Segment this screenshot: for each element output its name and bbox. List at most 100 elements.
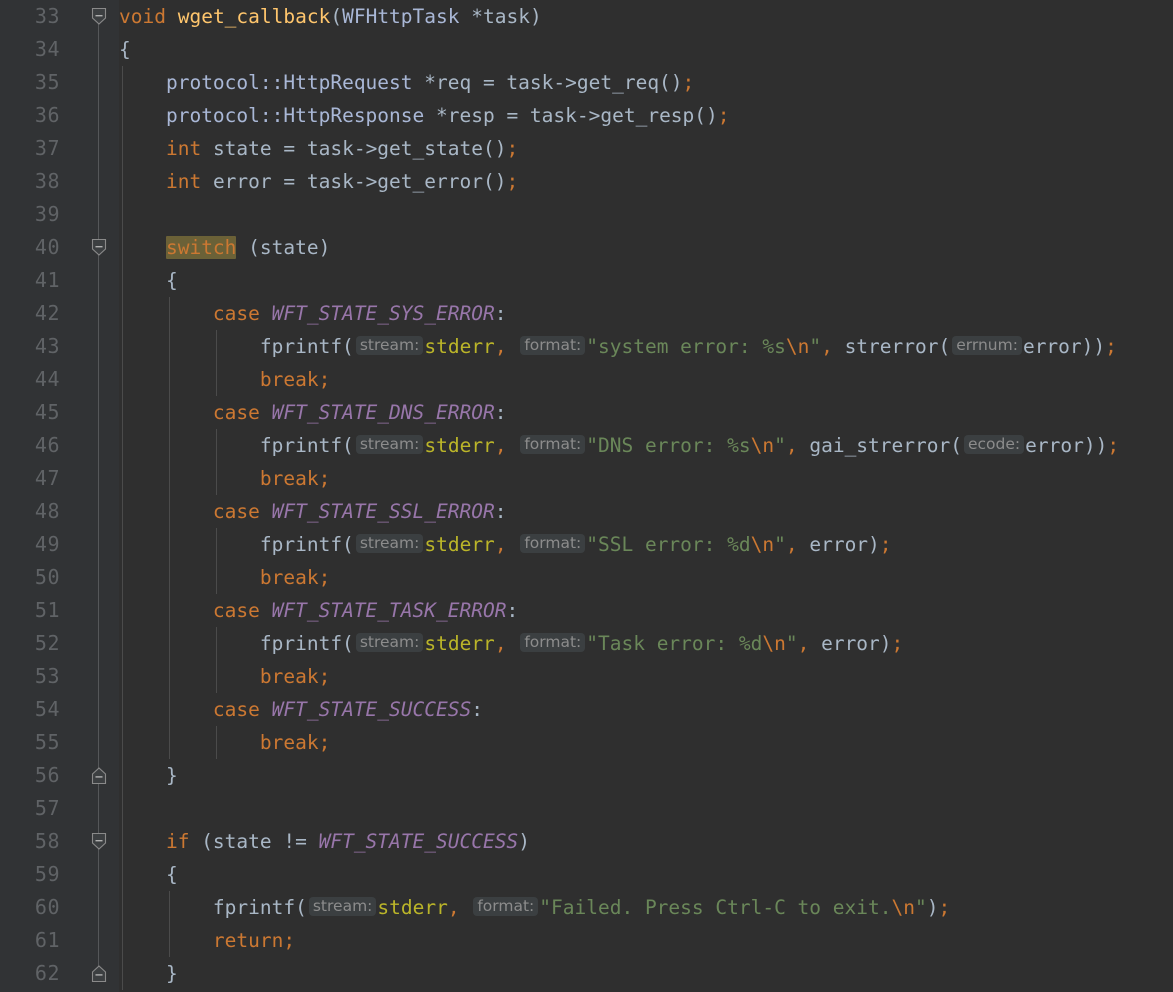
code-line[interactable]: fprintf(stream: stderr, format: "DNS error… [119, 429, 1173, 462]
code-line[interactable]: int state = task->get_state(); [119, 132, 1173, 165]
code-line[interactable]: fprintf(stream: stderr, format: "Failed. P… [119, 891, 1173, 924]
code-line[interactable]: case WFT_STATE_DNS_ERROR: [119, 396, 1173, 429]
code-token: ; [682, 71, 695, 94]
code-token: ; [891, 632, 904, 655]
constant-token: WFT_STATE_DNS_ERROR [271, 401, 495, 424]
code-line[interactable]: protocol::HttpRequest *req = task->get_r… [119, 66, 1173, 99]
fold-region-end-icon[interactable] [91, 964, 107, 983]
code-lines[interactable]: void wget_callback(WFHttpTask *task) { pr… [119, 0, 1173, 990]
code-line-content: fprintf(stream: stderr, format: "system er… [119, 335, 1117, 358]
code-token: } [119, 962, 178, 985]
string-literal: "SSL error: %d [586, 533, 751, 556]
code-token: ; [506, 137, 519, 160]
code-line[interactable]: int error = task->get_error(); [119, 165, 1173, 198]
code-token: { [119, 269, 178, 292]
line-number: 35 [34, 70, 60, 94]
fold-collapse-icon[interactable] [91, 832, 107, 851]
code-content-area[interactable]: void wget_callback(WFHttpTask *task) { pr… [119, 0, 1173, 992]
code-line[interactable]: break; [119, 462, 1173, 495]
code-line[interactable]: break; [119, 660, 1173, 693]
code-token: error = task->get_error() [201, 170, 507, 193]
line-number: 48 [34, 499, 60, 523]
code-token: : [506, 599, 519, 622]
code-line-content: } [119, 962, 178, 985]
keyword-token: break [259, 566, 319, 589]
code-line-content: } [119, 764, 178, 787]
code-token: (state != [189, 830, 319, 853]
code-editor[interactable]: 33 34 35 36 37 38 39 40 41 42 43 44 45 46 47 48 49 50 51 52… [0, 0, 1173, 992]
code-line-content: { [119, 863, 178, 886]
keyword-token: case [212, 599, 260, 622]
line-number: 36 [34, 103, 60, 127]
code-line[interactable]: break; [119, 726, 1173, 759]
code-line-content: case WFT_STATE_SUCCESS: [119, 698, 483, 721]
code-line[interactable] [119, 792, 1173, 825]
code-token: protocol [165, 71, 260, 94]
fold-region-end-icon[interactable] [91, 766, 107, 785]
line-number: 58 [34, 829, 60, 853]
code-line[interactable]: break; [119, 363, 1173, 396]
code-token: { [119, 863, 178, 886]
code-line[interactable]: fprintf(stream: stderr, format: "system er… [119, 330, 1173, 363]
code-line[interactable]: } [119, 759, 1173, 792]
code-line-content: if (state != WFT_STATE_SUCCESS) [119, 830, 530, 853]
code-line[interactable]: if (state != WFT_STATE_SUCCESS) [119, 825, 1173, 858]
constant-token: WFT_STATE_SUCCESS [318, 830, 519, 853]
code-token: error) [797, 533, 880, 556]
code-token: stderr [424, 434, 495, 457]
code-line[interactable]: fprintf(stream: stderr, format: "SSL error… [119, 528, 1173, 561]
code-line[interactable]: switch (state) [119, 231, 1173, 264]
keyword-token: case [212, 302, 260, 325]
code-line[interactable]: { [119, 858, 1173, 891]
code-token: { [119, 38, 131, 61]
constant-token: WFT_STATE_SUCCESS [271, 698, 472, 721]
code-line-content [119, 203, 131, 226]
code-line[interactable]: void wget_callback(WFHttpTask *task) [119, 0, 1173, 33]
code-token: ; [938, 896, 951, 919]
parameter-hint: format: [520, 633, 586, 652]
code-token: error) [809, 632, 892, 655]
code-line[interactable]: break; [119, 561, 1173, 594]
code-line-content: case WFT_STATE_TASK_ERROR: [119, 599, 518, 622]
line-number: 50 [34, 565, 60, 589]
code-line[interactable]: case WFT_STATE_SUCCESS: [119, 693, 1173, 726]
string-literal: \n [785, 335, 810, 358]
editor-gutter[interactable]: 33 34 35 36 37 38 39 40 41 42 43 44 45 46 47 48 49 50 51 52… [0, 0, 119, 992]
code-line[interactable] [119, 198, 1173, 231]
code-line[interactable]: case WFT_STATE_SYS_ERROR: [119, 297, 1173, 330]
code-line-content: switch (state) [119, 236, 330, 259]
code-token: ; [879, 533, 892, 556]
code-line[interactable]: return; [119, 924, 1173, 957]
code-token: HttpRequest [283, 71, 413, 94]
code-line[interactable]: case WFT_STATE_TASK_ERROR: [119, 594, 1173, 627]
code-line[interactable]: { [119, 264, 1173, 297]
string-literal: " [809, 335, 822, 358]
code-token: *task) [459, 5, 542, 28]
code-line[interactable]: protocol::HttpResponse *resp = task->get… [119, 99, 1173, 132]
string-literal: "Failed. Press Ctrl-C to exit. [539, 896, 892, 919]
line-number: 47 [34, 466, 60, 490]
code-token: error)) [1025, 434, 1108, 457]
keyword-token: return [212, 929, 284, 952]
code-token: strerror( [832, 335, 951, 358]
parameter-hint: stream: [355, 435, 424, 454]
code-token: , [785, 434, 798, 457]
fold-collapse-icon[interactable] [91, 7, 107, 26]
line-number: 37 [34, 136, 60, 160]
code-line[interactable]: case WFT_STATE_SSL_ERROR: [119, 495, 1173, 528]
string-literal: " [774, 434, 786, 457]
code-line[interactable]: } [119, 957, 1173, 990]
code-line-content: protocol::HttpRequest *req = task->get_r… [119, 71, 694, 94]
string-literal: \n [762, 632, 786, 655]
fold-region-rail [98, 16, 99, 974]
fold-collapse-icon[interactable] [91, 238, 107, 257]
keyword-token: case [212, 401, 260, 424]
code-line[interactable]: fprintf(stream: stderr, format: "Task erro… [119, 627, 1173, 660]
code-token: , [821, 335, 833, 358]
code-line[interactable]: { [119, 33, 1173, 66]
